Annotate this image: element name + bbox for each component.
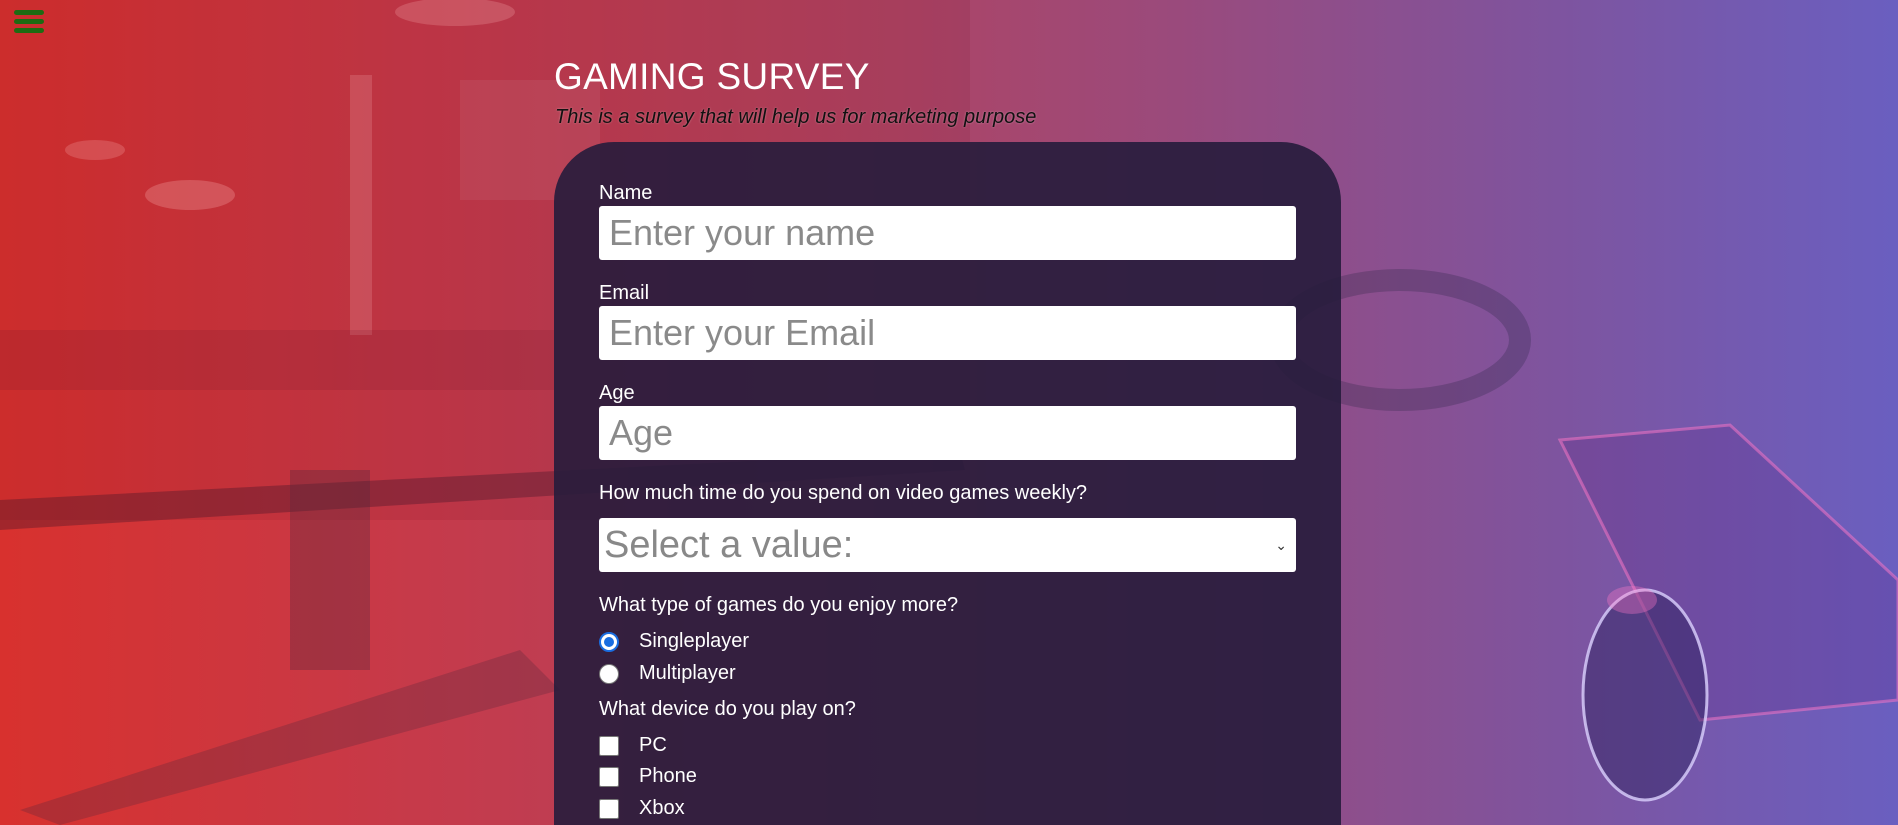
checkbox[interactable] — [599, 735, 619, 756]
page: GAMING SURVEY This is a survey that will… — [0, 0, 1898, 825]
scenery-ship — [65, 140, 125, 160]
radio-button-checked[interactable] — [599, 631, 619, 652]
name-input[interactable] — [599, 206, 1296, 260]
checkbox-pc[interactable]: PC — [599, 734, 667, 757]
page-title: GAMING SURVEY — [554, 56, 870, 97]
page-subtitle: This is a survey that will help us for m… — [555, 106, 1037, 128]
radio-label-multiplayer: Multiplayer — [639, 662, 736, 684]
radio-label-singleplayer: Singleplayer — [639, 630, 750, 652]
scenery-tower — [350, 75, 372, 335]
chevron-down-icon: ⌄ — [1275, 536, 1287, 553]
checkbox[interactable] — [599, 798, 619, 819]
email-input[interactable] — [599, 306, 1296, 360]
time-weekly-select[interactable]: Select a value: ⌄ — [599, 518, 1296, 572]
time-weekly-selected-value: Select a value: — [604, 523, 854, 566]
hamburger-menu-icon[interactable] — [14, 10, 44, 38]
checkbox-label-pc: PC — [639, 734, 667, 756]
radio-button[interactable] — [599, 663, 619, 684]
monitor-stand — [290, 470, 370, 670]
time-weekly-label: How much time do you spend on video game… — [599, 482, 1088, 504]
survey-form: Name Email Age How much time do you spen… — [554, 142, 1341, 825]
age-label: Age — [599, 382, 635, 404]
radio-multiplayer[interactable]: Multiplayer — [599, 662, 736, 685]
scenery-city — [0, 330, 560, 390]
gaming-mouse — [1581, 588, 1709, 802]
monitor-base — [20, 650, 560, 825]
checkbox[interactable] — [599, 766, 619, 787]
age-input[interactable] — [599, 406, 1296, 460]
checkbox-label-phone: Phone — [639, 765, 697, 787]
checkbox-phone[interactable]: Phone — [599, 765, 697, 788]
radio-singleplayer[interactable]: Singleplayer — [599, 630, 749, 653]
checkbox-label-xbox: Xbox — [639, 797, 685, 819]
scenery-ship — [145, 180, 235, 210]
mouse-light — [1607, 586, 1657, 614]
checkbox-xbox[interactable]: Xbox — [599, 797, 685, 820]
game-type-label: What type of games do you enjoy more? — [599, 594, 959, 616]
email-label: Email — [599, 282, 650, 304]
name-label: Name — [599, 182, 653, 204]
device-label: What device do you play on? — [599, 698, 856, 720]
